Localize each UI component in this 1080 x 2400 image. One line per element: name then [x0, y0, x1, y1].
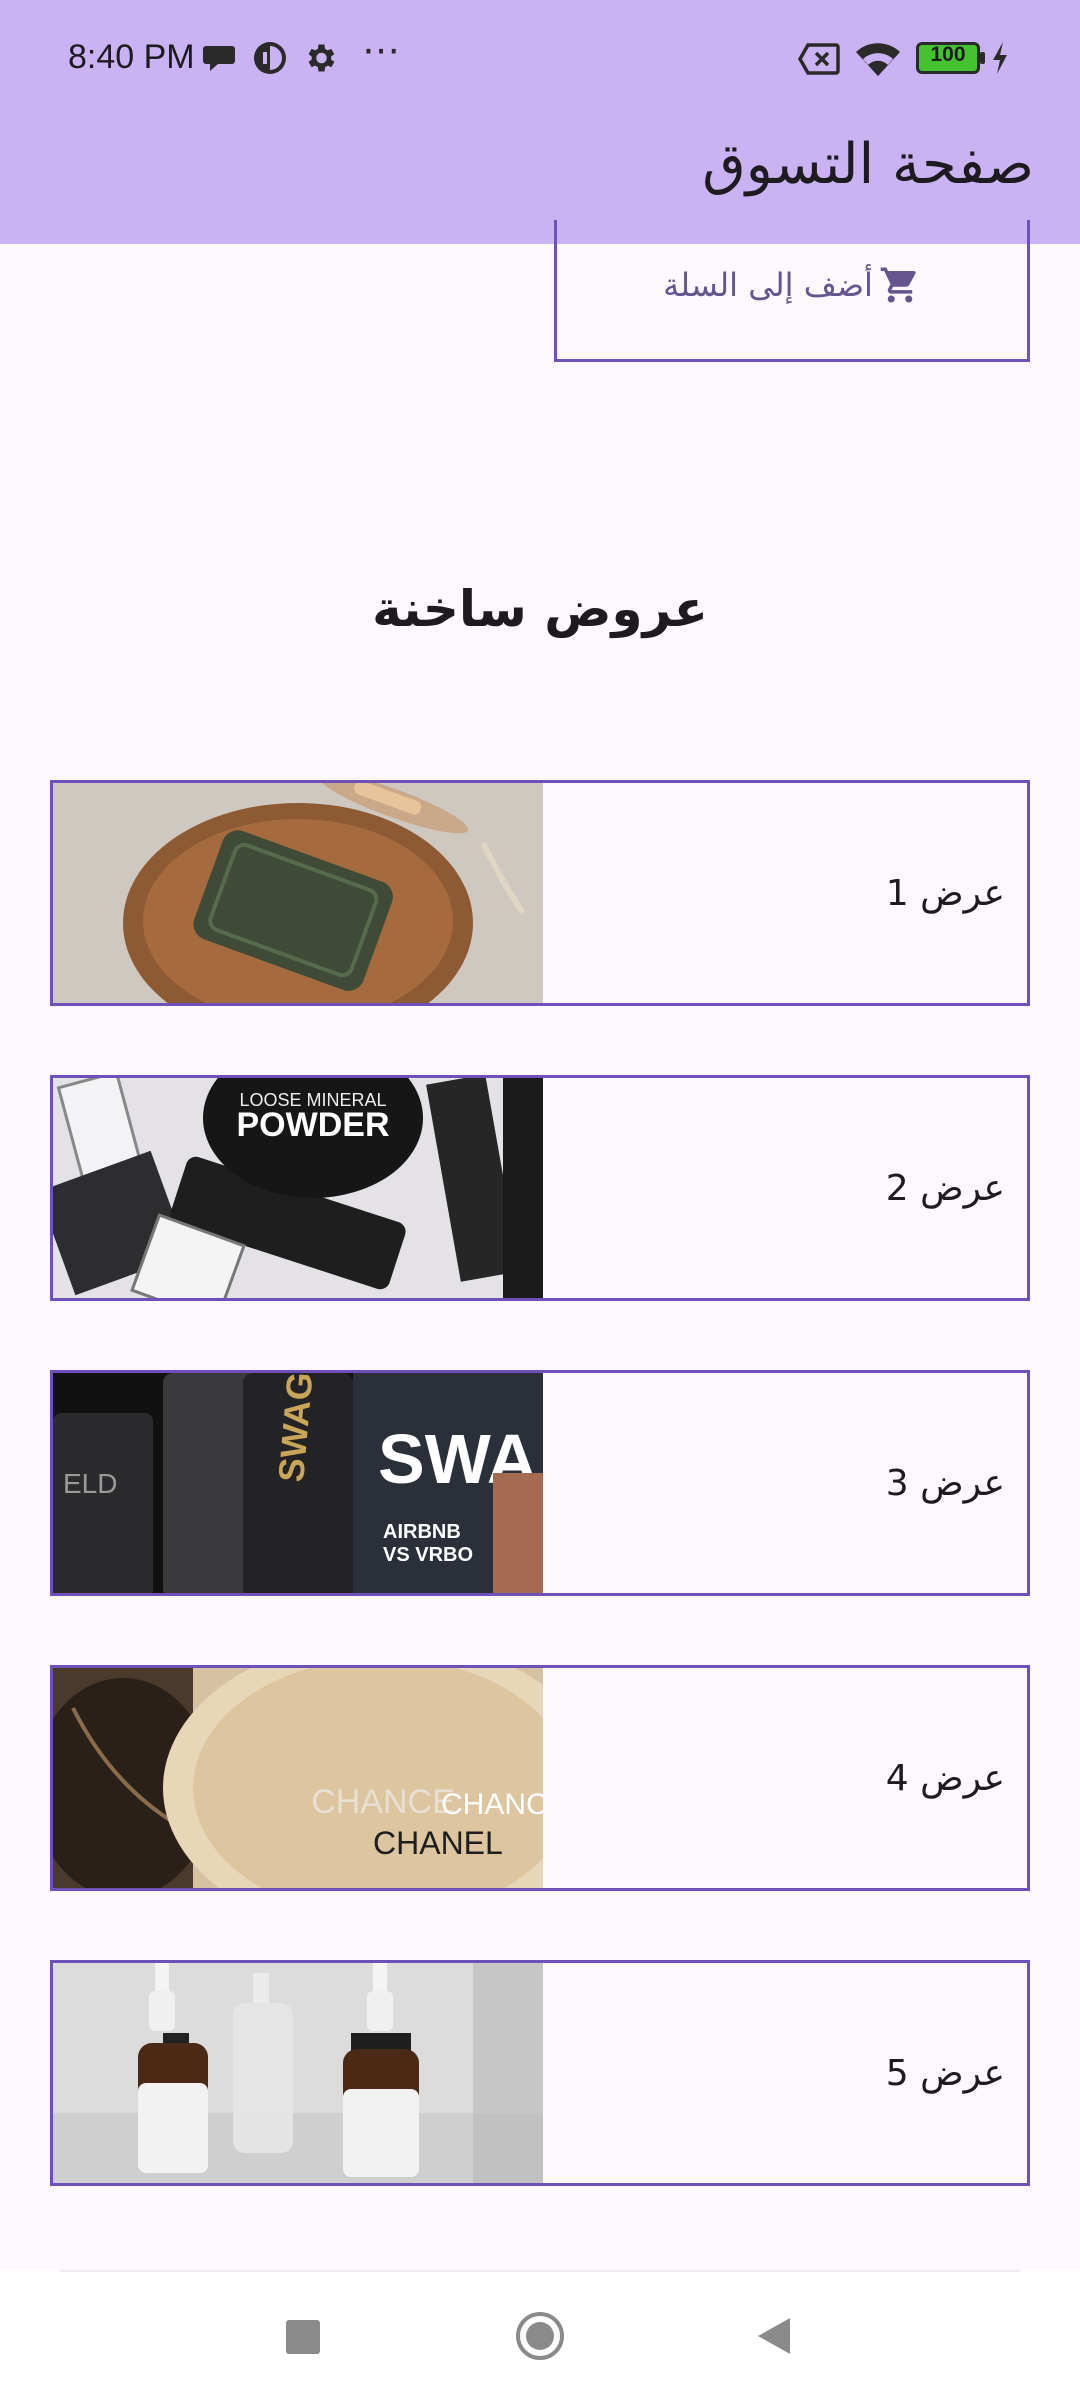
chat-notification-icon: [203, 46, 235, 71]
svg-text:CHANEL: CHANEL: [373, 1825, 503, 1861]
offer-card-2[interactable]: LOOSE MINERAL POWDER عرض 2: [50, 1075, 1030, 1301]
offer-label: عرض 4: [885, 1757, 1005, 1799]
svg-text:CHANCE: CHANCE: [441, 1788, 543, 1821]
add-to-cart-label: أضف إلى السلة: [663, 265, 873, 304]
offer-image: CHANCE CHANCE CHANEL: [53, 1668, 543, 1888]
app-notification-icon: [254, 42, 286, 74]
svg-text:CHANCE: CHANCE: [311, 1783, 455, 1821]
offer-image: LOOSE MINERAL POWDER: [53, 1078, 543, 1298]
offer-card-4[interactable]: CHANCE CHANCE CHANEL عرض 4: [50, 1665, 1030, 1891]
battery-icon: 100: [916, 42, 980, 74]
svg-text:POWDER: POWDER: [237, 1106, 390, 1144]
offer-label: عرض 5: [885, 2052, 1005, 2094]
battery-level: 100: [930, 43, 966, 66]
offer-card-3[interactable]: ELD SWAG SWA AIRBNB VS VRBO عرض 3: [50, 1370, 1030, 1596]
offer-label: عرض 3: [885, 1462, 1005, 1504]
svg-text:ELD: ELD: [63, 1468, 117, 1499]
charging-icon: [993, 42, 1007, 74]
add-to-cart-button[interactable]: أضف إلى السلة: [554, 220, 1030, 362]
home-button[interactable]: [516, 2312, 564, 2360]
status-bar: 8:40 PM ⋯ 100: [0, 0, 1080, 120]
divider: [60, 2270, 1020, 2272]
hot-offers-title: عروض ساخنة: [372, 580, 708, 638]
settings-icon: [308, 44, 335, 72]
offer-label: عرض 1: [885, 872, 1005, 914]
status-time: 8:40 PM: [68, 38, 195, 76]
recents-button[interactable]: [286, 2320, 320, 2354]
cart-icon: [880, 267, 916, 302]
more-notifications-icon: ⋯: [362, 28, 402, 72]
system-navigation-bar: [0, 2270, 1080, 2400]
page-title: صفحة التسوق: [702, 132, 1034, 197]
offer-card-5[interactable]: عرض 5: [50, 1960, 1030, 2186]
battery-tip: [980, 52, 985, 64]
home-button-inner: [526, 2322, 554, 2350]
svg-text:AIRBNB: AIRBNB: [383, 1521, 461, 1543]
offer-image: [53, 1963, 543, 2183]
wifi-icon: [856, 43, 900, 76]
sim-missing-icon: [798, 43, 840, 75]
offer-image: [53, 783, 543, 1003]
offer-card-1[interactable]: عرض 1: [50, 780, 1030, 1006]
back-button[interactable]: [756, 2316, 792, 2356]
svg-text:VS VRBO: VS VRBO: [383, 1544, 473, 1566]
offer-image: ELD SWAG SWA AIRBNB VS VRBO: [53, 1373, 543, 1593]
offer-label: عرض 2: [885, 1167, 1005, 1209]
app-header: 8:40 PM ⋯ 100 صفحة التسوق: [0, 0, 1080, 244]
